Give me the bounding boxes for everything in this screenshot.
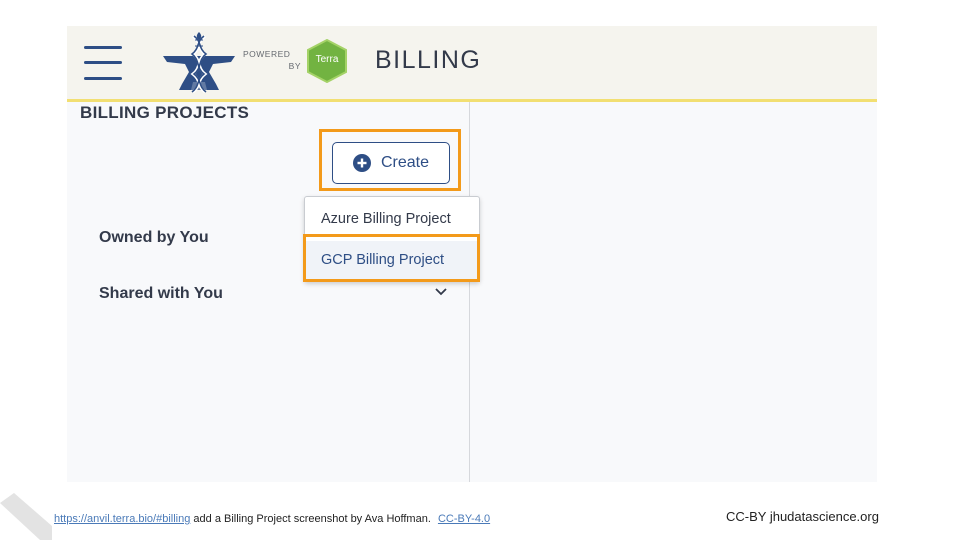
create-button[interactable]: Create [332, 142, 450, 184]
by-label: BY [288, 61, 301, 71]
license-link[interactable]: CC-BY-4.0 [438, 513, 490, 525]
nav-owned-by-you[interactable]: Owned by You [99, 229, 209, 247]
powered-by-label: POWERED BY [243, 48, 301, 72]
caption-text: add a Billing Project screenshot by Ava … [193, 513, 431, 525]
page-title: BILLING [375, 46, 482, 74]
hamburger-menu-icon[interactable] [84, 46, 122, 80]
create-button-label: Create [380, 154, 430, 171]
footer-caption: https://anvil.terra.bio/#billing add a B… [54, 513, 490, 525]
credit-text: CC-BY jhudatascience.org [726, 509, 879, 524]
app-screenshot: POWERED BY Terra BILLING BILLING PROJECT… [67, 26, 877, 482]
anvil-logo-icon[interactable] [161, 32, 237, 94]
corner-decoration-icon [0, 493, 52, 540]
terra-logo-icon: Terra [306, 39, 348, 83]
menu-item-azure-billing-project[interactable]: Azure Billing Project [305, 200, 479, 238]
menu-item-gcp-billing-project[interactable]: GCP Billing Project [305, 241, 479, 279]
main-panel [471, 102, 877, 482]
chevron-down-icon[interactable] [435, 288, 447, 296]
create-dropdown-menu: Azure Billing Project GCP Billing Projec… [304, 196, 480, 282]
top-header: POWERED BY Terra BILLING [67, 26, 877, 102]
powered-label: POWERED [243, 49, 291, 59]
plus-circle-icon [352, 154, 371, 172]
terra-logo-text: Terra [315, 54, 339, 65]
billing-projects-heading: BILLING PROJECTS [80, 103, 250, 122]
billing-link[interactable]: https://anvil.terra.bio/#billing [54, 513, 190, 525]
nav-shared-with-you[interactable]: Shared with You [99, 285, 223, 303]
